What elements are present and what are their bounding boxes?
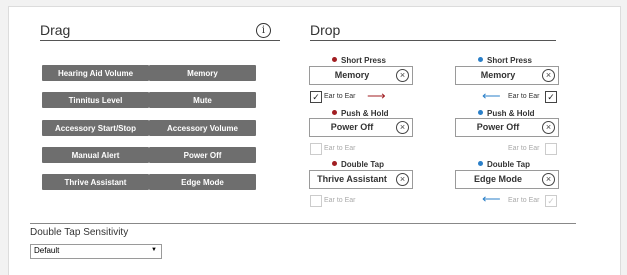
info-icon[interactable]: i (256, 23, 271, 38)
right-double-tap-slot[interactable]: Edge Mode × (455, 170, 559, 189)
right-push-hold-slot[interactable]: Power Off × (455, 118, 559, 137)
right-ear-to-ear-label: Ear to Ear (508, 197, 540, 204)
right-ear-to-ear-label: Ear to Ear (508, 145, 540, 152)
clear-icon[interactable]: × (542, 121, 555, 134)
double-tap-sensitivity-select[interactable]: Default ▼ (30, 244, 162, 259)
arrow-right-icon: ⟶ (367, 88, 386, 103)
arrow-left-icon: ⟵ (482, 88, 501, 103)
drag-divider (40, 40, 280, 41)
drag-button-accessory-volume[interactable]: Accessory Volume (149, 120, 256, 136)
clear-icon[interactable]: × (542, 69, 555, 82)
slot-value: Power Off (330, 122, 374, 132)
left-ear-to-ear-label: Ear to Ear (324, 197, 356, 204)
right-ear-to-ear-label: Ear to Ear (508, 93, 540, 100)
left-push-hold-slot[interactable]: Power Off × (309, 118, 413, 137)
drag-title: Drag (40, 22, 71, 38)
drag-button-mute[interactable]: Mute (149, 92, 256, 108)
slot-value: Edge Mode (473, 174, 522, 184)
left-double-tap-label: Double Tap (332, 160, 384, 169)
drag-button-edge-mode[interactable]: Edge Mode (149, 174, 256, 190)
right-short-press-text: Short Press (487, 56, 532, 65)
left-short-press-label: Short Press (332, 56, 386, 65)
slot-value: Memory (334, 70, 370, 80)
slot-value: Thrive Assistant (317, 174, 387, 184)
clear-icon[interactable]: × (396, 121, 409, 134)
select-value: Default (34, 246, 60, 255)
drag-button-tinnitus-level[interactable]: Tinnitus Level (42, 92, 149, 108)
left-ear-dot-icon (332, 161, 337, 166)
clear-icon[interactable]: × (396, 69, 409, 82)
left-double-tap-slot[interactable]: Thrive Assistant × (309, 170, 413, 189)
left-ear-to-ear-label: Ear to Ear (324, 145, 356, 152)
left-ear-to-ear-checkbox[interactable] (310, 143, 322, 155)
drag-button-manual-alert[interactable]: Manual Alert (42, 147, 149, 163)
clear-icon[interactable]: × (396, 173, 409, 186)
left-double-tap-text: Double Tap (341, 160, 384, 169)
right-ear-to-ear-checkbox[interactable]: ✓ (545, 195, 557, 207)
double-tap-sensitivity-label: Double Tap Sensitivity (30, 227, 129, 238)
right-double-tap-label: Double Tap (478, 160, 530, 169)
left-ear-to-ear-checkbox[interactable]: ✓ (310, 91, 322, 103)
right-push-hold-label: Push & Hold (478, 109, 535, 118)
drag-button-thrive-assistant[interactable]: Thrive Assistant (42, 174, 149, 190)
left-ear-dot-icon (332, 57, 337, 62)
left-ear-to-ear-label: Ear to Ear (324, 93, 356, 100)
drag-button-power-off[interactable]: Power Off (149, 147, 256, 163)
left-short-press-text: Short Press (341, 56, 386, 65)
left-ear-to-ear-checkbox[interactable] (310, 195, 322, 207)
section-divider (30, 223, 576, 224)
slot-value: Power Off (476, 122, 520, 132)
drop-divider (310, 40, 556, 41)
right-ear-to-ear-checkbox[interactable]: ✓ (545, 91, 557, 103)
drag-button-hearing-aid-volume[interactable]: Hearing Aid Volume (42, 65, 149, 81)
left-ear-dot-icon (332, 110, 337, 115)
right-ear-to-ear-checkbox[interactable] (545, 143, 557, 155)
drag-button-memory[interactable]: Memory (149, 65, 256, 81)
right-push-hold-text: Push & Hold (487, 109, 535, 118)
drag-button-accessory-start-stop[interactable]: Accessory Start/Stop (42, 120, 149, 136)
arrow-left-icon: ⟵ (482, 191, 501, 206)
right-double-tap-text: Double Tap (487, 160, 530, 169)
right-ear-dot-icon (478, 161, 483, 166)
right-ear-dot-icon (478, 110, 483, 115)
right-short-press-slot[interactable]: Memory × (455, 66, 559, 85)
left-push-hold-label: Push & Hold (332, 109, 389, 118)
chevron-down-icon: ▼ (151, 247, 157, 253)
clear-icon[interactable]: × (542, 173, 555, 186)
left-push-hold-text: Push & Hold (341, 109, 389, 118)
drop-title: Drop (310, 22, 341, 38)
slot-value: Memory (480, 70, 516, 80)
right-ear-dot-icon (478, 57, 483, 62)
left-short-press-slot[interactable]: Memory × (309, 66, 413, 85)
right-short-press-label: Short Press (478, 56, 532, 65)
